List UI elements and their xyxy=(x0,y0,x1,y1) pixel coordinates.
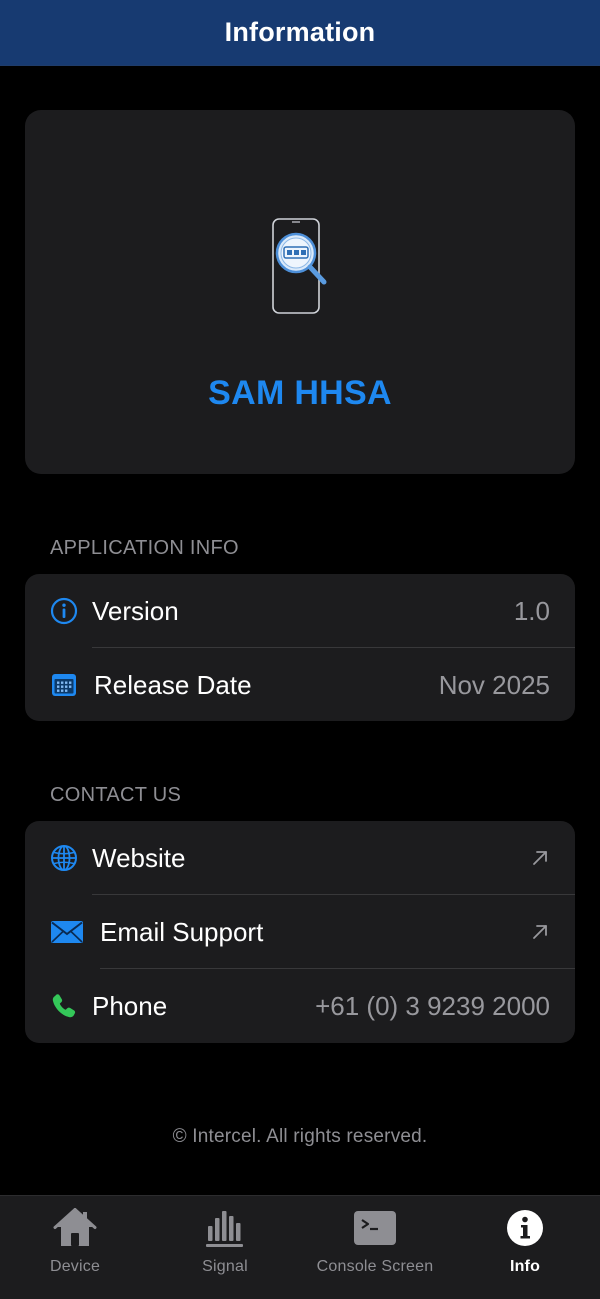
globe-icon xyxy=(50,844,78,872)
version-label: Version xyxy=(92,595,179,626)
release-date-value: Nov 2025 xyxy=(438,669,550,700)
tab-device[interactable]: Device xyxy=(0,1196,150,1299)
email-support-row[interactable]: Email Support xyxy=(25,895,575,969)
application-info-header: APPLICATION INFO xyxy=(50,537,239,559)
calendar-icon xyxy=(50,671,78,699)
navigation-bar: Information xyxy=(0,0,600,66)
terminal-icon xyxy=(353,1208,397,1248)
contact-us-header: CONTACT US xyxy=(50,784,182,806)
phone-number-value: +61 (0) 3 9239 2000 xyxy=(315,990,550,1021)
version-value: 1.0 xyxy=(513,595,550,626)
website-label: Website xyxy=(92,842,186,873)
website-row[interactable]: Website xyxy=(25,821,575,895)
house-icon xyxy=(53,1208,97,1248)
page-title: Information xyxy=(224,17,376,47)
tab-info[interactable]: Info xyxy=(450,1196,600,1299)
tab-signal[interactable]: Signal xyxy=(150,1196,300,1299)
external-link-icon xyxy=(533,925,547,939)
info-circle-icon xyxy=(50,597,78,625)
tab-bar: Device Signal Console Screen Info xyxy=(0,1195,600,1299)
phone-label: Phone xyxy=(92,990,168,1021)
copyright-text: © Intercel. All rights reserved. xyxy=(172,1126,428,1147)
app-hero-card: SAM HHSA xyxy=(25,110,575,474)
external-link-icon xyxy=(533,851,547,865)
application-info-group: Version 1.0 Release Date Nov 2025 xyxy=(25,574,575,721)
bar-chart-icon xyxy=(203,1208,247,1248)
phone-row[interactable]: Phone +61 (0) 3 9239 2000 xyxy=(25,969,575,1043)
email-support-label: Email Support xyxy=(100,916,264,947)
phone-search-icon xyxy=(272,218,327,314)
contact-us-group: Website Email Support Phone +61 (0) 3 92… xyxy=(25,821,575,1043)
tab-label-signal: Signal xyxy=(202,1258,248,1275)
release-date-row: Release Date Nov 2025 xyxy=(25,648,575,721)
release-date-label: Release Date xyxy=(94,669,252,700)
version-row: Version 1.0 xyxy=(25,574,575,648)
phone-icon xyxy=(50,992,78,1020)
app-name: SAM HHSA xyxy=(208,374,392,412)
tab-label-info: Info xyxy=(509,1258,541,1275)
tab-label-console-screen: Console Screen xyxy=(316,1258,434,1275)
tab-label-device: Device xyxy=(49,1258,101,1275)
envelope-icon xyxy=(50,918,84,946)
tab-console-screen[interactable]: Console Screen xyxy=(300,1196,450,1299)
info-icon xyxy=(503,1208,547,1248)
